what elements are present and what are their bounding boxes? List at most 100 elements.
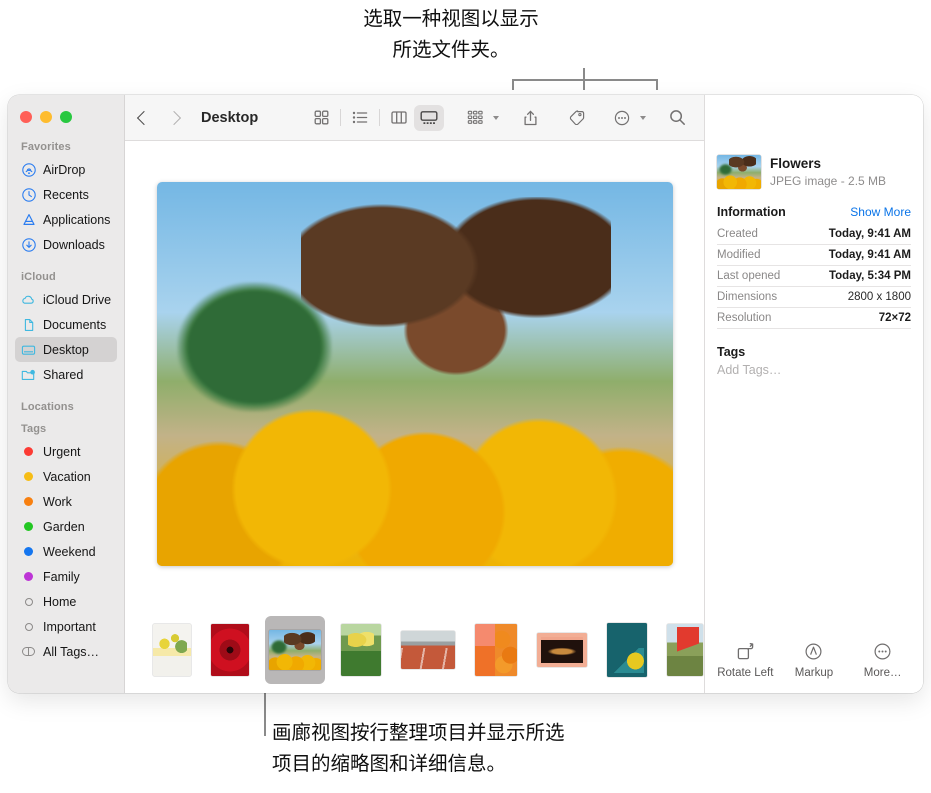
desktop-icon [21,342,36,357]
ellipsis-circle-icon [873,641,892,661]
zoom-button[interactable] [60,111,72,123]
forward-chevron-icon[interactable] [166,110,182,125]
chevron-down-icon [493,115,499,120]
sidebar-item-label: Applications [43,212,111,227]
file-thumbnail [717,155,761,189]
tag-dot-icon [21,469,36,484]
sidebar-item-label: Desktop [43,342,89,357]
toolbar-right-group [306,104,692,131]
minimize-button[interactable] [40,111,52,123]
group-by-button[interactable] [460,105,499,131]
hero-preview-image[interactable] [156,182,673,566]
filmstrip-thumb-flowers-selfie[interactable] [265,616,325,684]
callout-bottom-text: 画廊视图按行整理项目并显示所选 项目的缩略图和详细信息。 [272,722,565,775]
downloads-icon [21,237,36,252]
column-view-button[interactable] [384,105,414,131]
info-key: Resolution [717,312,772,324]
markup-icon [804,641,823,661]
info-value: 2800 x 1800 [847,291,911,303]
filmstrip-thumb-lemons-poster[interactable] [149,616,195,684]
sidebar-item-tag-home[interactable]: Home [15,589,117,614]
sidebar-item-tag-garden[interactable]: Garden [15,514,117,539]
sidebar-item-label: Home [43,594,77,609]
sidebar-item-airdrop[interactable]: AirDrop [15,157,117,182]
markup-button[interactable]: Markup [781,641,847,679]
tags-section-header: Tags [705,329,923,361]
close-button[interactable] [20,111,32,123]
view-mode-segmented-control [306,104,444,131]
inspector-header: Flowers JPEG image - 2.5 MB [705,141,923,189]
thumbnail-image [153,624,191,676]
sidebar-item-tag-urgent[interactable]: Urgent [15,439,117,464]
more-actions-button[interactable] [607,105,646,131]
traffic-lights [8,101,124,135]
sidebar-item-label: All Tags… [43,644,100,659]
info-key: Created [717,228,758,240]
shared-folder-icon [21,367,36,382]
sidebar-item-tag-important[interactable]: Important [15,614,117,639]
sidebar-item-tag-work[interactable]: Work [15,489,117,514]
filmstrip-thumb-red-dahlia[interactable] [207,616,253,684]
gallery-view-button[interactable] [414,104,444,131]
callout-bottom-leader-stem [264,688,266,736]
tag-dot-icon [21,494,36,509]
sidebar-item-tag-vacation[interactable]: Vacation [15,464,117,489]
inspector-actions: Rotate Left Markup More… [705,641,923,679]
sidebar-group-locations-title: Locations [21,401,74,413]
sidebar-item-tag-weekend[interactable]: Weekend [15,539,117,564]
sidebar-item-tag-family[interactable]: Family [15,564,117,589]
sidebar-item-shared[interactable]: Shared [15,362,117,387]
navigation-buttons [136,110,182,125]
filmstrip-thumb-running-track[interactable] [397,616,459,684]
sidebar-item-label: AirDrop [43,162,86,177]
gallery-view [125,141,704,693]
sidebar-item-desktop[interactable]: Desktop [15,337,117,362]
search-icon[interactable] [662,105,692,131]
tags-button[interactable] [561,105,591,131]
more-button[interactable]: More… [850,641,916,679]
callout-top-leader-cap-left [512,79,514,90]
share-button[interactable] [515,105,545,131]
main-column: Desktop [125,95,704,693]
sidebar-item-label: Urgent [43,444,81,459]
thumbnail-image [667,624,703,676]
document-icon [21,317,36,332]
tag-dot-icon [21,444,36,459]
rotate-left-button[interactable]: Rotate Left [712,641,778,679]
list-view-button[interactable] [345,105,375,131]
callout-top-leader-cap-right [656,79,658,90]
show-more-link[interactable]: Show More [850,205,911,219]
add-tags-field[interactable]: Add Tags… [705,361,923,377]
icon-view-button[interactable] [306,105,336,131]
filmstrip-thumb-garden-friends[interactable] [337,616,385,684]
sidebar-item-label: iCloud Drive [43,292,112,307]
thumbnail-image [341,624,381,676]
page-title: Desktop [201,109,259,126]
rotate-left-icon [736,641,755,661]
sidebar-item-all-tags[interactable]: All Tags… [15,639,117,664]
sidebar-item-icloud-drive[interactable]: iCloud Drive [15,287,117,312]
filmstrip-thumb-dinner-photo[interactable] [533,616,591,684]
filmstrip-thumb-orange-poster[interactable] [471,616,521,684]
sidebar-item-label: Downloads [43,237,105,252]
applications-icon [21,212,36,227]
tag-dot-hollow-icon [21,619,36,634]
back-chevron-icon[interactable] [136,110,152,125]
sidebar-group-icloud-title: iCloud [21,271,56,283]
preview-inspector: Flowers JPEG image - 2.5 MB Information … [704,95,923,693]
filmstrip-thumb-marketing-poster[interactable] [603,616,651,684]
sidebar-item-label: Shared [43,367,84,382]
info-key: Dimensions [717,291,778,303]
filmstrip-thumb-red-flag-field[interactable] [663,616,704,684]
sidebar-item-label: Documents [43,317,107,332]
filmstrip[interactable] [125,607,704,693]
sidebar-item-documents[interactable]: Documents [15,312,117,337]
sidebar-item-downloads[interactable]: Downloads [15,232,117,257]
action-label: Markup [794,667,834,679]
file-name: Flowers [770,156,822,171]
chevron-down-icon [640,115,646,120]
sidebar-item-label: Garden [43,519,85,534]
sidebar-item-label: Recents [43,187,89,202]
sidebar-item-applications[interactable]: Applications [15,207,117,232]
sidebar-item-recents[interactable]: Recents [15,182,117,207]
